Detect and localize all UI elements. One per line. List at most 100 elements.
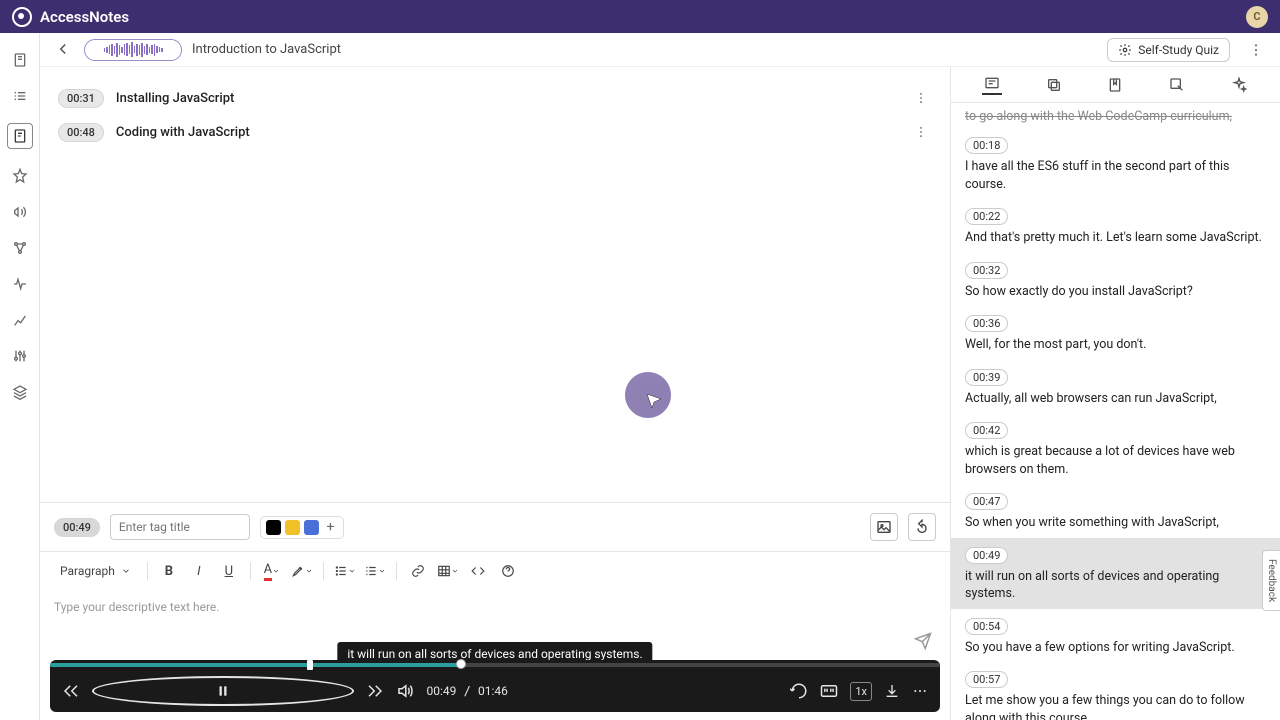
- transcript-cutoff: to go along with the Web CodeCamp curric…: [951, 109, 1280, 128]
- transcript-segment[interactable]: 00:32 So how exactly do you install JavaS…: [951, 253, 1280, 307]
- self-study-quiz-button[interactable]: Self-Study Quiz: [1107, 38, 1230, 62]
- rewind-10-button[interactable]: [62, 682, 80, 700]
- format-select[interactable]: Paragraph: [52, 560, 139, 582]
- rail-audio-icon[interactable]: [11, 203, 29, 221]
- download-button[interactable]: [884, 683, 900, 699]
- transcript-text: So how exactly do you install JavaScript…: [965, 283, 1266, 301]
- note-row[interactable]: 00:31 Installing JavaScript: [40, 81, 950, 115]
- note-row[interactable]: 00:48 Coding with JavaScript: [40, 115, 950, 149]
- transcript-time-chip[interactable]: 00:32: [965, 262, 1008, 279]
- format-toolbar: Paragraph B I U A: [40, 551, 950, 590]
- feedback-tab[interactable]: Feedback: [1262, 550, 1280, 611]
- transcript-time-chip[interactable]: 00:22: [965, 208, 1008, 225]
- numbered-list-button[interactable]: [362, 558, 388, 584]
- transcript-segment[interactable]: 00:36 Well, for the most part, you don't.: [951, 306, 1280, 360]
- transcript-tab[interactable]: [982, 75, 1002, 95]
- sparkle-tab[interactable]: [1229, 75, 1249, 95]
- code-button[interactable]: [465, 558, 491, 584]
- captions-button[interactable]: [820, 682, 838, 700]
- note-time-chip[interactable]: 00:48: [58, 123, 104, 142]
- header-more-button[interactable]: [1248, 42, 1266, 58]
- volume-button[interactable]: [396, 682, 414, 700]
- transcript-segment[interactable]: 00:39Actually, all web browsers can run …: [951, 360, 1280, 414]
- rail-layers-icon[interactable]: [11, 383, 29, 401]
- rail-doc-icon[interactable]: [11, 51, 29, 69]
- format-label: Paragraph: [60, 564, 115, 578]
- italic-button[interactable]: I: [186, 558, 212, 584]
- search-tab[interactable]: [1167, 75, 1187, 95]
- loop-button[interactable]: [790, 682, 808, 700]
- underline-button[interactable]: U: [216, 558, 242, 584]
- bookmarks-tab[interactable]: [1105, 75, 1125, 95]
- rail-chart-icon[interactable]: [11, 311, 29, 329]
- rail-list-icon[interactable]: [11, 87, 29, 105]
- waveform-pill[interactable]: [84, 39, 182, 61]
- table-button[interactable]: [435, 558, 461, 584]
- transcript-time-chip[interactable]: 00:49: [965, 547, 1008, 564]
- rail-notes-icon[interactable]: [7, 123, 33, 149]
- note-title: Coding with JavaScript: [116, 125, 250, 140]
- transcript-time-chip[interactable]: 00:18: [965, 137, 1008, 154]
- transcript-segment[interactable]: 00:47 So when you write something with Ja…: [951, 484, 1280, 538]
- transcript-segment[interactable]: 00:57Let me show you a few things you ca…: [951, 662, 1280, 720]
- transcript-time-chip[interactable]: 00:39: [965, 369, 1008, 386]
- forward-10-button[interactable]: [366, 682, 384, 700]
- bold-button[interactable]: B: [156, 558, 182, 584]
- color-swatch-yellow[interactable]: [285, 520, 300, 535]
- transcript-time-chip[interactable]: 00:47: [965, 493, 1008, 510]
- transcript-segment[interactable]: 00:42 which is great because a lot of dev…: [951, 413, 1280, 484]
- send-button[interactable]: [914, 632, 932, 650]
- chevron-down-icon: [121, 566, 131, 576]
- note-more-button[interactable]: [910, 87, 932, 109]
- transcript-segment[interactable]: 00:22 And that's pretty much it. Let's le…: [951, 199, 1280, 253]
- text-color-button[interactable]: A: [259, 558, 285, 584]
- tag-title-input[interactable]: [110, 514, 250, 540]
- rail-pulse-icon[interactable]: [11, 275, 29, 293]
- note-time-chip[interactable]: 00:31: [58, 89, 104, 108]
- play-pause-button[interactable]: [92, 676, 354, 706]
- quiz-button-label: Self-Study Quiz: [1138, 43, 1219, 57]
- transcript-text: Well, for the most part, you don't.: [965, 336, 1266, 354]
- bullet-list-button[interactable]: [332, 558, 358, 584]
- playhead[interactable]: [456, 659, 466, 669]
- gear-icon: [1118, 43, 1132, 57]
- progress-track[interactable]: [50, 660, 940, 670]
- transcript-segment[interactable]: 00:18I have all the ES6 stuff in the sec…: [951, 128, 1280, 199]
- add-color-button[interactable]: +: [323, 520, 338, 535]
- avatar[interactable]: C: [1246, 6, 1268, 28]
- back-button[interactable]: [54, 40, 74, 60]
- editor-time-chip[interactable]: 00:49: [54, 518, 100, 537]
- color-swatch-blue[interactable]: [304, 520, 319, 535]
- player-more-button[interactable]: [912, 683, 928, 699]
- brand[interactable]: AccessNotes: [12, 7, 129, 27]
- progress-marker[interactable]: [307, 660, 313, 670]
- note-more-button[interactable]: [910, 121, 932, 143]
- transcript-time-chip[interactable]: 00:36: [965, 315, 1008, 332]
- image-button[interactable]: [870, 513, 898, 541]
- textarea-placeholder: Type your descriptive text here.: [54, 600, 219, 614]
- link-button[interactable]: [405, 558, 431, 584]
- transcript-text: So when you write something with JavaScr…: [965, 514, 1266, 532]
- help-button[interactable]: [495, 558, 521, 584]
- side-rail: [0, 33, 40, 720]
- color-swatch-black[interactable]: [266, 520, 281, 535]
- rewind-button[interactable]: [908, 513, 936, 541]
- slides-tab[interactable]: [1044, 75, 1064, 95]
- highlight-button[interactable]: [289, 558, 315, 584]
- transcript-text: So you have a few options for writing Ja…: [965, 639, 1266, 657]
- color-swatches: +: [260, 516, 344, 539]
- transcript-time-chip[interactable]: 00:42: [965, 422, 1008, 439]
- transcript-text: it will run on all sorts of devices and …: [965, 568, 1266, 603]
- rail-sliders-icon[interactable]: [11, 347, 29, 365]
- transcript-segment[interactable]: 00:49 it will run on all sorts of devices…: [951, 538, 1280, 609]
- brand-name: AccessNotes: [40, 8, 129, 26]
- transcript-time-chip[interactable]: 00:54: [965, 618, 1008, 635]
- transcript-text: And that's pretty much it. Let's learn s…: [965, 229, 1266, 247]
- rail-network-icon[interactable]: [11, 239, 29, 257]
- speed-button[interactable]: 1x: [850, 682, 872, 701]
- transcript-segment[interactable]: 00:54 So you have a few options for writi…: [951, 609, 1280, 663]
- transcript-time-chip[interactable]: 00:57: [965, 671, 1008, 688]
- time-display: 00:49 / 01:46: [426, 684, 507, 698]
- transcript-text: which is great because a lot of devices …: [965, 443, 1266, 478]
- rail-star-icon[interactable]: [11, 167, 29, 185]
